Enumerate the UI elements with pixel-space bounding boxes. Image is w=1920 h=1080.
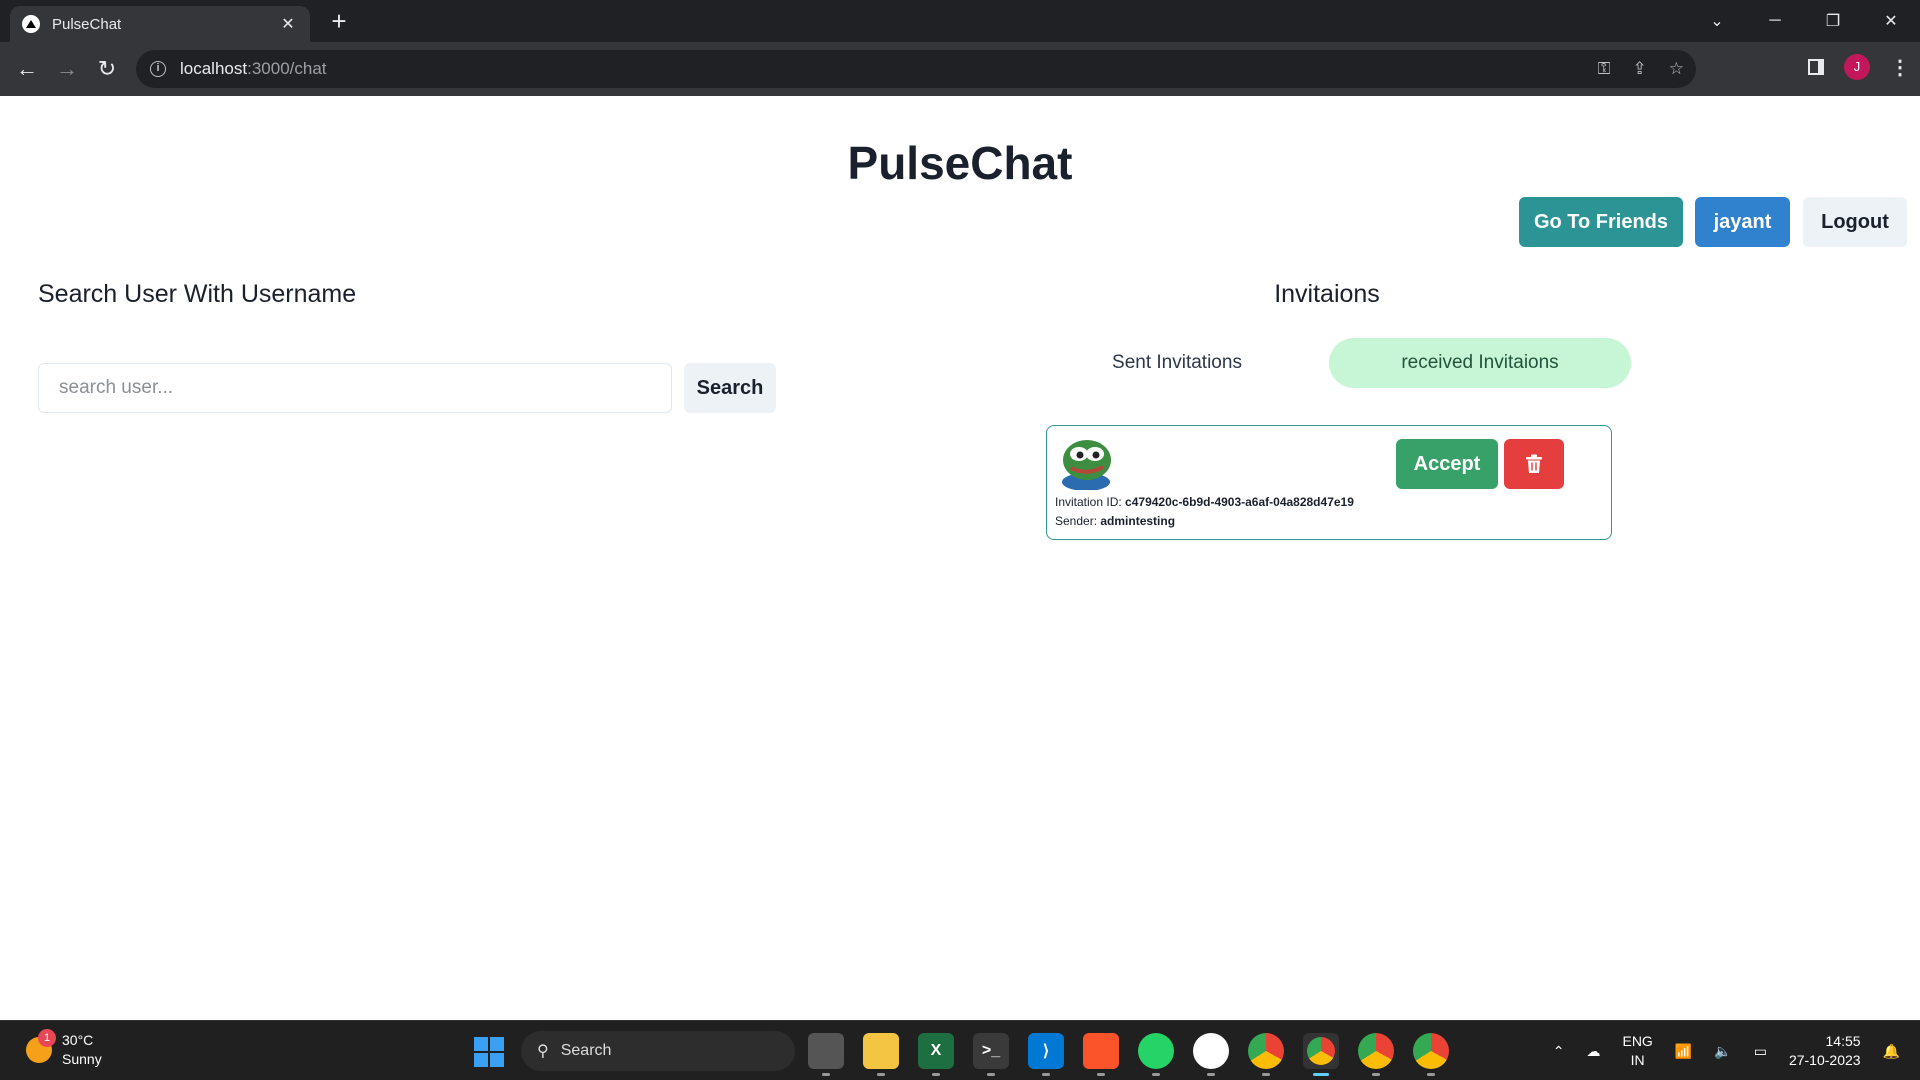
tab-close-icon[interactable]: ✕ bbox=[278, 14, 298, 34]
browser-tab-bar: PulseChat ✕ + ⌄ ─ ❐ ✕ bbox=[0, 0, 1920, 42]
browser-toolbar: ← → ↻ i localhost :3000/chat ⚿ ⇪ ☆ J ⋮ bbox=[0, 42, 1920, 96]
tab-title: PulseChat bbox=[52, 15, 122, 33]
weather-desc: Sunny bbox=[62, 1051, 102, 1067]
forward-icon[interactable]: → bbox=[52, 54, 82, 84]
chrome-work-icon[interactable] bbox=[1358, 1033, 1394, 1076]
clock-date: 27-10-2023 bbox=[1788, 1052, 1861, 1068]
excel-icon[interactable]: X bbox=[918, 1033, 954, 1076]
sender-line: Sender: admintesting bbox=[1055, 514, 1175, 528]
invitations-heading: Invitaions bbox=[1274, 280, 1380, 308]
browser-tab[interactable]: PulseChat ✕ bbox=[10, 6, 310, 42]
chrome-active-icon[interactable] bbox=[1303, 1033, 1339, 1076]
terminal-icon[interactable]: >_ bbox=[973, 1033, 1009, 1076]
weather-widget[interactable]: 1 30°C Sunny bbox=[26, 1029, 102, 1069]
search-input[interactable] bbox=[38, 363, 672, 413]
side-panel-icon[interactable] bbox=[1808, 59, 1824, 75]
invitation-id-line: Invitation ID: c479420c-6b9d-4903-a6af-0… bbox=[1055, 495, 1354, 509]
search-heading: Search User With Username bbox=[38, 280, 357, 308]
delete-button[interactable] bbox=[1504, 439, 1564, 489]
language-indicator[interactable]: ENG IN bbox=[1622, 1032, 1652, 1070]
wifi-icon[interactable]: 📶 bbox=[1675, 1043, 1692, 1060]
invitation-id-value: c479420c-6b9d-4903-a6af-04a828d47e19 bbox=[1125, 495, 1354, 509]
url-host: localhost bbox=[180, 59, 248, 78]
sender-value: admintesting bbox=[1100, 514, 1176, 528]
vscode-icon[interactable]: ⟩ bbox=[1028, 1033, 1064, 1076]
windows-taskbar: 1 30°C Sunny ⚲ Search X >_ ⟩ ⌃ ☁ ENG IN bbox=[0, 1020, 1920, 1080]
whatsapp-icon[interactable] bbox=[1138, 1033, 1174, 1076]
back-icon[interactable]: ← bbox=[12, 54, 42, 84]
reload-icon[interactable]: ↻ bbox=[92, 54, 122, 84]
chevron-up-icon[interactable]: ⌃ bbox=[1553, 1043, 1565, 1060]
onedrive-icon[interactable]: ☁ bbox=[1586, 1043, 1600, 1060]
task-view-icon[interactable] bbox=[808, 1033, 844, 1076]
mongodb-compass-icon[interactable] bbox=[1193, 1033, 1229, 1076]
clock-time: 14:55 bbox=[1825, 1033, 1861, 1049]
browser-menu-icon[interactable]: ⋮ bbox=[1890, 55, 1910, 80]
brave-icon[interactable] bbox=[1083, 1033, 1119, 1076]
sun-icon: 1 bbox=[26, 1029, 56, 1063]
site-info-icon[interactable]: i bbox=[150, 61, 166, 77]
notification-icon[interactable]: 🔔 bbox=[1883, 1043, 1900, 1060]
taskbar-search[interactable]: ⚲ Search bbox=[521, 1031, 795, 1071]
browser-right-tools: J ⋮ bbox=[1808, 54, 1910, 80]
minimize-icon[interactable]: ─ bbox=[1746, 12, 1804, 30]
file-explorer-icon[interactable] bbox=[863, 1033, 899, 1076]
address-bar[interactable]: i localhost :3000/chat ⚿ ⇪ ☆ bbox=[136, 50, 1696, 88]
weather-badge: 1 bbox=[38, 1029, 56, 1047]
clock[interactable]: 14:55 27-10-2023 bbox=[1789, 1032, 1861, 1070]
chrome-profile-icon[interactable] bbox=[1248, 1033, 1284, 1076]
volume-icon[interactable]: 🔈 bbox=[1714, 1043, 1731, 1060]
language-code: ENG bbox=[1622, 1033, 1653, 1049]
accept-button[interactable]: Accept bbox=[1396, 439, 1498, 489]
taskbar-apps: X >_ ⟩ bbox=[808, 1033, 1449, 1076]
profile-avatar[interactable]: J bbox=[1844, 54, 1870, 80]
key-icon[interactable]: ⚿ bbox=[1598, 59, 1611, 79]
chrome-icon[interactable] bbox=[1413, 1033, 1449, 1076]
new-tab-button[interactable]: + bbox=[326, 8, 352, 34]
app-favicon-icon bbox=[22, 15, 40, 33]
window-controls: ⌄ ─ ❐ ✕ bbox=[1688, 0, 1920, 42]
tab-received-invitations[interactable]: received Invitaions bbox=[1329, 338, 1631, 388]
user-button[interactable]: jayant bbox=[1695, 197, 1790, 247]
system-tray: ⌃ ☁ ENG IN 📶 🔈 ▭ 14:55 27-10-2023 🔔 bbox=[1553, 1021, 1900, 1080]
share-icon[interactable]: ⇪ bbox=[1633, 59, 1647, 79]
tab-search-icon[interactable]: ⌄ bbox=[1688, 11, 1746, 31]
invitation-id-label: Invitation ID: bbox=[1055, 495, 1122, 509]
region-code: IN bbox=[1630, 1052, 1645, 1068]
omnibox-actions: ⚿ ⇪ ☆ bbox=[1598, 50, 1684, 88]
tab-sent-invitations[interactable]: Sent Invitations bbox=[1075, 338, 1279, 388]
window-close-icon[interactable]: ✕ bbox=[1862, 11, 1920, 31]
trash-icon bbox=[1526, 454, 1542, 473]
restore-icon[interactable]: ❐ bbox=[1804, 11, 1862, 31]
search-button[interactable]: Search bbox=[684, 363, 776, 413]
weather-temp: 30°C bbox=[62, 1032, 94, 1048]
logout-button[interactable]: Logout bbox=[1803, 197, 1907, 247]
bookmark-star-icon[interactable]: ☆ bbox=[1669, 59, 1684, 79]
page-title: PulseChat bbox=[847, 137, 1073, 189]
go-to-friends-button[interactable]: Go To Friends bbox=[1519, 197, 1683, 247]
taskbar-search-label: Search bbox=[560, 1042, 612, 1059]
sender-label: Sender: bbox=[1055, 514, 1098, 528]
windows-start-icon[interactable] bbox=[474, 1037, 504, 1067]
search-icon: ⚲ bbox=[537, 1043, 549, 1060]
url-path: :3000/chat bbox=[247, 59, 327, 78]
sender-avatar bbox=[1062, 440, 1111, 490]
battery-icon[interactable]: ▭ bbox=[1754, 1043, 1767, 1060]
